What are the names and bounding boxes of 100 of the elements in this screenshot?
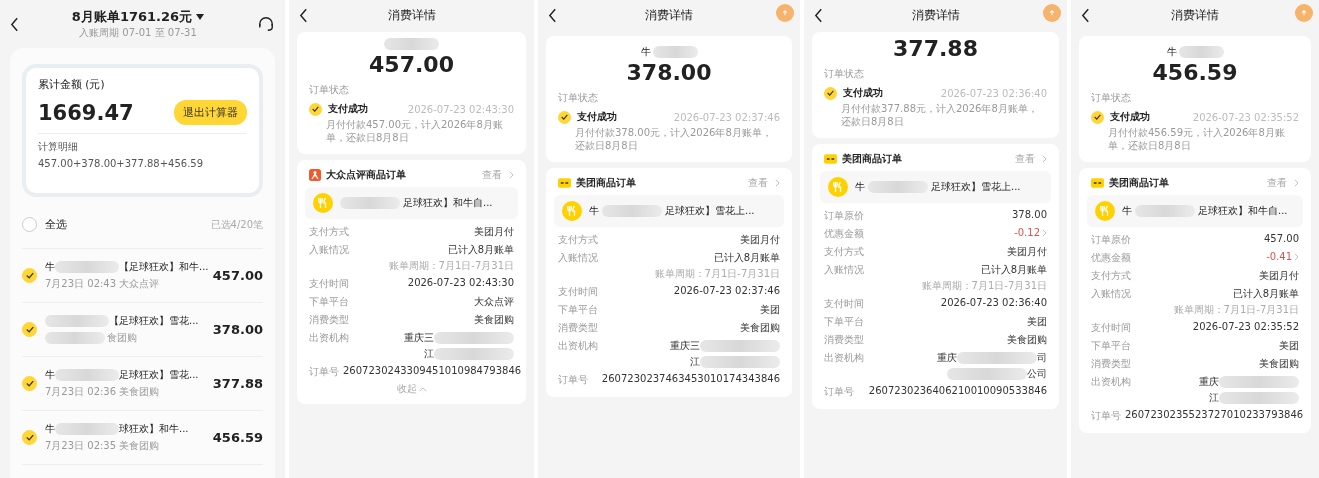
field-value: 美团	[1279, 339, 1299, 353]
field-label: 支付时间	[309, 277, 349, 291]
field-value: 已计入8月账单	[980, 263, 1047, 277]
field-value: 美团月付	[1007, 245, 1047, 259]
meituan-icon	[1091, 178, 1104, 188]
lender-name: 公司	[1027, 367, 1047, 381]
arrow-up-icon	[782, 10, 788, 16]
field-label: 消费类型	[309, 313, 349, 327]
page-title: 消费详情	[387, 6, 436, 24]
lender-name: 江	[690, 355, 700, 369]
field-label: 支付时间	[824, 297, 864, 311]
item-name: 球狂欢】和牛...	[119, 422, 189, 436]
order-item[interactable]: 牛 足球狂欢】雪花上...	[554, 195, 784, 227]
blurred-region	[384, 38, 439, 50]
field-label: 下单平台	[824, 315, 864, 329]
chevron-up-icon	[418, 386, 427, 392]
payment-status: 支付成功	[843, 86, 883, 100]
arrow-up-icon	[1049, 10, 1055, 16]
billing-period: 账单周期：7月1日-7月31日	[921, 279, 1047, 293]
item-date: 7月23日 02:36 美食团购	[45, 385, 160, 399]
back-icon[interactable]	[10, 16, 19, 32]
caret-icon[interactable]	[196, 14, 205, 20]
check-icon	[827, 90, 834, 96]
headset-icon[interactable]	[257, 16, 275, 32]
payment-amount: 457.00	[368, 52, 455, 77]
field-label: 订单号	[558, 373, 588, 387]
status-label: 订单状态	[824, 67, 865, 81]
total-amount: 1669.47	[38, 100, 134, 125]
blurred-region	[1135, 205, 1195, 217]
item-name-start: 牛	[45, 368, 55, 382]
back-icon[interactable]	[814, 7, 823, 23]
field-value: 已计入8月账单	[713, 251, 780, 265]
field-value: 美食团购	[474, 313, 514, 327]
status-time: 2026-07-23 02:36:40	[940, 87, 1047, 99]
chevron-right-icon	[1294, 179, 1299, 187]
field-label: 支付方式	[558, 233, 598, 247]
exit-calculator-button[interactable]: 退出计算器	[174, 100, 247, 125]
status-note: 月付付款377.88元，计入2026年8月账单，还款日8月8日	[841, 102, 1039, 128]
item-checkbox[interactable]	[22, 322, 37, 337]
select-all-checkbox[interactable]	[22, 217, 37, 232]
order-item[interactable]: 足球狂欢】和牛自...	[305, 187, 518, 219]
payee-name: 牛	[1166, 45, 1177, 59]
back-icon[interactable]	[299, 7, 308, 23]
field-label: 支付方式	[309, 225, 349, 239]
cutlery-icon	[1095, 201, 1115, 221]
bill-title[interactable]: 8月账单1761.26元	[71, 8, 193, 26]
item-amount: 377.88	[212, 376, 263, 391]
discount-value[interactable]: -0.41	[1266, 251, 1292, 262]
blurred-region	[55, 423, 119, 435]
select-all-label[interactable]: 全选	[45, 217, 67, 232]
discount-value[interactable]: -0.12	[1014, 227, 1040, 238]
field-label: 消费类型	[558, 321, 598, 335]
field-label: 下单平台	[309, 295, 349, 309]
field-value: 2607230236406210010090533846	[868, 385, 1047, 396]
field-label: 订单原价	[824, 209, 864, 223]
item-amount: 457.00	[212, 268, 263, 283]
back-icon[interactable]	[1081, 7, 1090, 23]
item-name: 【足球狂欢】和牛...	[119, 260, 209, 274]
field-label: 消费类型	[824, 333, 864, 347]
meituan-icon	[824, 154, 837, 164]
blurred-region	[55, 369, 119, 381]
status-label: 订单状态	[1091, 91, 1132, 105]
field-value: 457.00	[1264, 233, 1299, 244]
field-value: 2607230243309451010984793846	[343, 365, 522, 376]
blurred-region	[868, 181, 928, 193]
billing-period: 账单周期：7月1日-7月31日	[1173, 303, 1299, 317]
blurred-region	[602, 205, 662, 217]
check-icon	[25, 380, 34, 387]
order-item-name: 足球狂欢】和牛自...	[403, 196, 493, 210]
status-time: 2026-07-23 02:35:52	[1192, 111, 1299, 123]
lender-name: 江	[1209, 391, 1219, 405]
blurred-region	[45, 315, 109, 327]
field-value: 2026-07-23 02:37:46	[673, 285, 780, 296]
chevron-right-icon	[775, 179, 780, 187]
page-title: 消费详情	[1171, 6, 1219, 24]
blurred-region	[340, 197, 400, 209]
item-checkbox[interactable]	[22, 268, 37, 283]
item-checkbox[interactable]	[22, 376, 37, 391]
order-source: 美团商品订单	[576, 176, 636, 190]
chevron-right-icon	[1294, 252, 1299, 261]
item-date: 食团购	[107, 331, 137, 345]
field-label: 支付方式	[1091, 269, 1131, 283]
lender-name: 重庆	[937, 351, 957, 365]
billing-period: 账单周期：7月1日-7月31日	[388, 259, 514, 273]
order-item-name: 足球狂欢】雪花上...	[665, 204, 755, 218]
item-checkbox[interactable]	[22, 430, 37, 445]
payment-amount: 377.88	[892, 36, 979, 61]
item-amount: 456.59	[212, 430, 263, 445]
selected-count: 已选4/20笔	[210, 217, 263, 232]
order-item-name: 足球狂欢】和牛自...	[1198, 204, 1288, 218]
order-item-name-start: 牛	[1122, 204, 1132, 218]
back-icon[interactable]	[548, 7, 557, 23]
blurred-region	[1178, 46, 1224, 58]
field-label: 入账情况	[1091, 287, 1131, 301]
blurred-region	[45, 332, 105, 344]
order-item-name-start: 牛	[855, 180, 865, 194]
order-item[interactable]: 牛 足球狂欢】和牛自...	[1087, 195, 1303, 227]
order-item[interactable]: 牛 足球狂欢】雪花上...	[820, 171, 1051, 203]
field-value: 美团月付	[474, 225, 514, 239]
page-title: 消费详情	[911, 6, 960, 24]
